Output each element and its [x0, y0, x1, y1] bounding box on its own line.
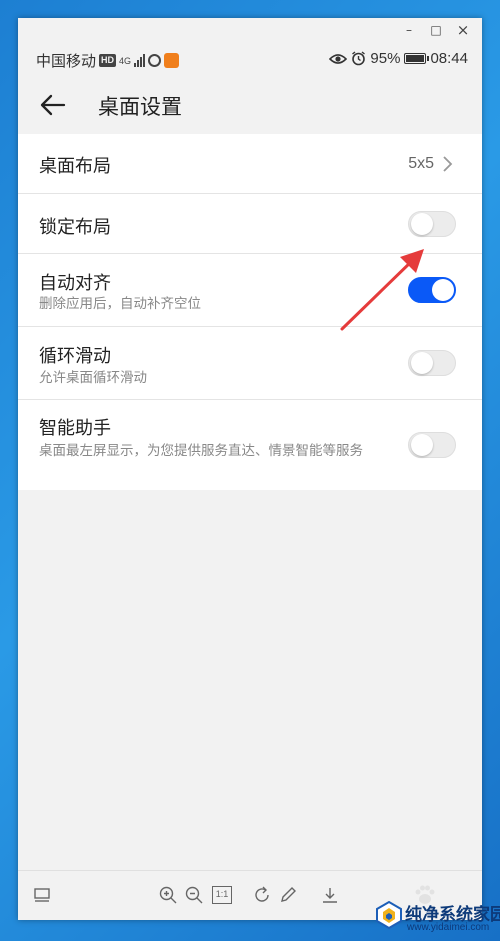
- setting-label: 自动对齐: [39, 273, 111, 293]
- toggle-loop-scroll[interactable]: [408, 350, 456, 376]
- page-title: 桌面设置: [98, 96, 182, 119]
- setting-value: 5x5: [408, 155, 434, 172]
- setting-description: 允许桌面循环滑动: [39, 370, 147, 385]
- status-bar: 中国移动 HD 4G 95% 08:44: [18, 42, 482, 78]
- chevron-right-icon: [443, 156, 453, 172]
- clock: 08:44: [430, 50, 468, 67]
- page-header: 桌面设置: [18, 78, 482, 134]
- hd-icon: HD: [99, 54, 117, 67]
- setting-label: 锁定布局: [39, 217, 111, 237]
- close-button[interactable]: ×: [453, 21, 473, 39]
- download-icon[interactable]: [320, 885, 340, 905]
- setting-label: 循环滑动: [39, 346, 111, 366]
- window-titlebar: – □ ×: [18, 18, 482, 42]
- zoom-out-icon[interactable]: [184, 885, 204, 905]
- carrier-name: 中国移动: [36, 53, 97, 70]
- arrow-left-icon[interactable]: [38, 90, 68, 120]
- setting-description: 删除应用后，自动补齐空位: [39, 296, 201, 311]
- rotate-icon[interactable]: [252, 885, 272, 905]
- setting-label: 桌面布局: [39, 156, 111, 176]
- battery-percent: 95%: [370, 50, 401, 67]
- maximize-button[interactable]: □: [426, 21, 446, 39]
- toggle-smart-assistant[interactable]: [408, 432, 456, 458]
- annotation-arrow: [340, 249, 424, 331]
- setting-label: 智能助手: [39, 418, 111, 438]
- site-logo-icon: [376, 900, 402, 930]
- setting-description: 桌面最左屏显示，为您提供服务直达、情景智能等服务: [39, 443, 363, 458]
- signal-icon: [134, 54, 146, 67]
- edit-icon[interactable]: [278, 885, 298, 905]
- actual-size-icon[interactable]: 1:1: [212, 886, 232, 904]
- globe-icon: [148, 54, 162, 67]
- watermark: 纯净系统家园 www.yidaimei.com: [375, 898, 500, 940]
- setting-smart-assistant: 智能助手 桌面最左屏显示，为您提供服务直达、情景智能等服务: [18, 400, 482, 490]
- eye-icon: [329, 53, 348, 64]
- minimize-button[interactable]: –: [399, 21, 419, 39]
- app-notification-icon: [164, 53, 180, 68]
- zoom-in-icon[interactable]: [158, 885, 178, 905]
- watermark-url: www.yidaimei.com: [407, 922, 490, 933]
- phone-mirror-window: – □ × 中国移动 HD 4G 95% 08:44 桌面设置 桌面布局 5x5…: [18, 18, 482, 920]
- toggle-lock-layout[interactable]: [408, 211, 456, 237]
- network-type: 4G: [119, 55, 132, 66]
- alarm-icon: [352, 51, 366, 66]
- setting-desktop-layout[interactable]: 桌面布局 5x5: [18, 134, 482, 194]
- battery-icon: [404, 53, 430, 64]
- layout-icon[interactable]: [32, 885, 52, 905]
- setting-loop-scroll: 循环滑动 允许桌面循环滑动: [18, 327, 482, 400]
